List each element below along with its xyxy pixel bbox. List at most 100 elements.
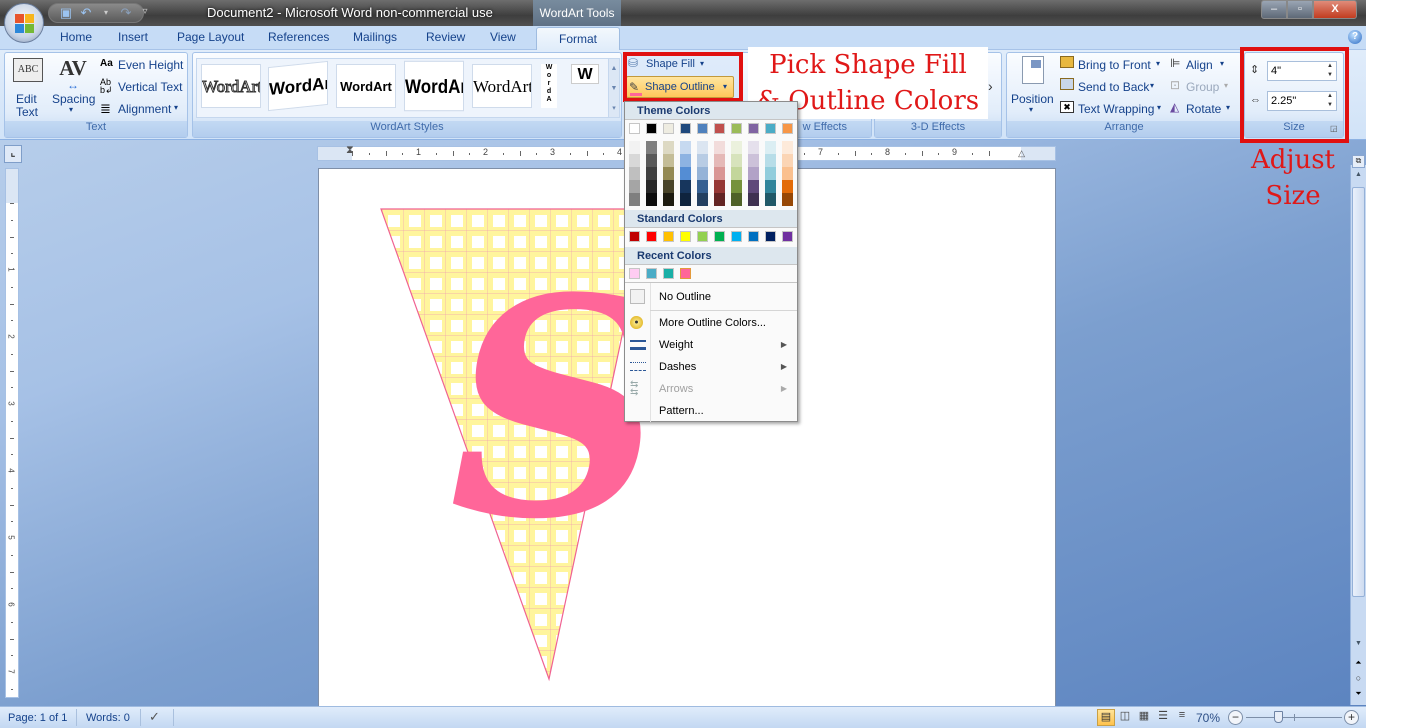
theme-shade-swatch[interactable] bbox=[680, 141, 691, 154]
theme-shade-swatch[interactable] bbox=[765, 154, 776, 167]
theme-shade-swatch[interactable] bbox=[731, 141, 742, 154]
tab-format[interactable]: Format bbox=[536, 27, 620, 51]
menu-item-pattern[interactable]: Pattern... bbox=[625, 400, 797, 422]
standard-color-swatch[interactable] bbox=[629, 231, 640, 242]
theme-shade-swatch[interactable] bbox=[697, 167, 708, 180]
standard-color-swatch[interactable] bbox=[731, 231, 742, 242]
wordart-style-7[interactable]: W bbox=[571, 64, 599, 84]
tab-view[interactable]: View bbox=[490, 30, 516, 44]
menu-item-weight[interactable]: Weight ▶ bbox=[625, 334, 797, 356]
web-layout-button[interactable]: ▦ bbox=[1135, 709, 1153, 726]
theme-shade-swatch[interactable] bbox=[663, 167, 674, 180]
gallery-scroll[interactable]: ▲ ▼ ▾ bbox=[608, 58, 620, 118]
theme-shade-swatch[interactable] bbox=[782, 193, 793, 206]
theme-shade-swatch[interactable] bbox=[663, 180, 674, 193]
theme-shade-swatch[interactable] bbox=[748, 141, 759, 154]
menu-item-dashes[interactable]: Dashes ▶ bbox=[625, 356, 797, 378]
standard-color-swatch[interactable] bbox=[663, 231, 674, 242]
standard-color-swatch[interactable] bbox=[714, 231, 725, 242]
office-button[interactable] bbox=[4, 3, 44, 43]
theme-color-swatch[interactable] bbox=[714, 123, 725, 134]
theme-shade-swatch[interactable] bbox=[714, 193, 725, 206]
minimize-button[interactable]: – bbox=[1261, 0, 1287, 19]
theme-color-swatch[interactable] bbox=[646, 123, 657, 134]
theme-shade-swatch[interactable] bbox=[680, 167, 691, 180]
word-count[interactable]: Words: 0 bbox=[86, 712, 130, 724]
standard-color-swatch[interactable] bbox=[646, 231, 657, 242]
zoom-level[interactable]: 70% bbox=[1196, 711, 1220, 725]
tab-review[interactable]: Review bbox=[426, 30, 465, 44]
print-layout-view-button[interactable]: ▤ bbox=[1097, 709, 1115, 726]
standard-color-swatch[interactable] bbox=[782, 231, 793, 242]
previous-page-button[interactable]: ⏶ bbox=[1352, 658, 1365, 668]
help-icon[interactable]: ? bbox=[1348, 30, 1362, 44]
theme-shade-swatch[interactable] bbox=[680, 180, 691, 193]
undo-dropdown-icon[interactable]: ▾ bbox=[99, 6, 113, 20]
tab-references[interactable]: References bbox=[268, 30, 329, 44]
theme-color-swatch[interactable] bbox=[748, 123, 759, 134]
full-screen-reading-button[interactable]: ◫ bbox=[1116, 709, 1134, 726]
restore-button[interactable]: ▫ bbox=[1287, 0, 1313, 19]
theme-shade-swatch[interactable] bbox=[731, 193, 742, 206]
outline-view-button[interactable]: ☰ bbox=[1154, 709, 1172, 726]
edit-text-button[interactable]: ABC Edit Text bbox=[10, 58, 46, 119]
menu-item-no-outline[interactable]: No Outline bbox=[625, 286, 797, 308]
theme-shade-swatch[interactable] bbox=[714, 141, 725, 154]
theme-shade-swatch[interactable] bbox=[663, 141, 674, 154]
zoom-slider-thumb[interactable] bbox=[1274, 711, 1283, 723]
recent-color-swatch[interactable] bbox=[680, 268, 691, 279]
theme-color-swatch[interactable] bbox=[765, 123, 776, 134]
theme-color-swatch[interactable] bbox=[629, 123, 640, 134]
position-button[interactable]: Position ▾ bbox=[1010, 56, 1056, 118]
theme-color-swatch[interactable] bbox=[680, 123, 691, 134]
scroll-down-button[interactable]: ▼ bbox=[1352, 640, 1365, 654]
theme-shade-swatch[interactable] bbox=[646, 167, 657, 180]
theme-shade-swatch[interactable] bbox=[765, 180, 776, 193]
theme-shade-swatch[interactable] bbox=[748, 180, 759, 193]
theme-shade-swatch[interactable] bbox=[697, 141, 708, 154]
theme-shade-swatch[interactable] bbox=[714, 154, 725, 167]
theme-shade-swatch[interactable] bbox=[646, 193, 657, 206]
theme-shade-swatch[interactable] bbox=[765, 193, 776, 206]
theme-shade-swatch[interactable] bbox=[782, 167, 793, 180]
proofing-icon[interactable]: ✓ bbox=[149, 709, 160, 725]
wordart-style-2[interactable]: WordArt bbox=[268, 60, 328, 112]
theme-shade-swatch[interactable] bbox=[782, 154, 793, 167]
theme-shade-swatch[interactable] bbox=[629, 193, 640, 206]
theme-shade-swatch[interactable] bbox=[680, 154, 691, 167]
theme-color-swatch[interactable] bbox=[663, 123, 674, 134]
theme-shade-swatch[interactable] bbox=[697, 154, 708, 167]
theme-shade-swatch[interactable] bbox=[714, 180, 725, 193]
zoom-in-button[interactable]: + bbox=[1344, 710, 1359, 725]
theme-shade-swatch[interactable] bbox=[748, 193, 759, 206]
tab-selector-button[interactable]: ⌞ bbox=[4, 145, 22, 163]
theme-color-swatch[interactable] bbox=[731, 123, 742, 134]
theme-shade-swatch[interactable] bbox=[731, 154, 742, 167]
right-indent-marker-icon[interactable]: △ bbox=[1018, 148, 1025, 159]
theme-shade-swatch[interactable] bbox=[731, 180, 742, 193]
theme-color-swatch[interactable] bbox=[782, 123, 793, 134]
save-icon[interactable]: ▣ bbox=[59, 6, 73, 20]
theme-shade-swatch[interactable] bbox=[680, 193, 691, 206]
recent-color-swatch[interactable] bbox=[629, 268, 640, 279]
theme-shade-swatch[interactable] bbox=[629, 180, 640, 193]
theme-color-swatch[interactable] bbox=[697, 123, 708, 134]
theme-shade-swatch[interactable] bbox=[748, 167, 759, 180]
standard-color-swatch[interactable] bbox=[697, 231, 708, 242]
vertical-ruler[interactable]: 1 2 3 4 5 6 7 bbox=[5, 168, 19, 698]
theme-shade-swatch[interactable] bbox=[646, 154, 657, 167]
split-view-icon[interactable]: ⧉ bbox=[1352, 155, 1365, 168]
wordart-style-6[interactable]: WordA bbox=[541, 64, 557, 108]
scroll-up-button[interactable]: ▲ bbox=[1352, 171, 1365, 185]
wordart-style-5[interactable]: WordArt bbox=[472, 64, 532, 108]
wordart-style-3[interactable]: WordArt bbox=[336, 64, 396, 108]
theme-shade-swatch[interactable] bbox=[714, 167, 725, 180]
select-browse-object-button[interactable]: ○ bbox=[1352, 673, 1365, 683]
close-button[interactable]: X bbox=[1313, 0, 1357, 19]
theme-shade-swatch[interactable] bbox=[748, 154, 759, 167]
theme-shade-swatch[interactable] bbox=[663, 193, 674, 206]
wordart-style-1[interactable]: WordArt bbox=[201, 64, 261, 108]
theme-shade-swatch[interactable] bbox=[663, 154, 674, 167]
next-page-button[interactable]: ⏷ bbox=[1352, 689, 1365, 699]
wordart-style-4[interactable]: WordArt bbox=[404, 60, 464, 112]
